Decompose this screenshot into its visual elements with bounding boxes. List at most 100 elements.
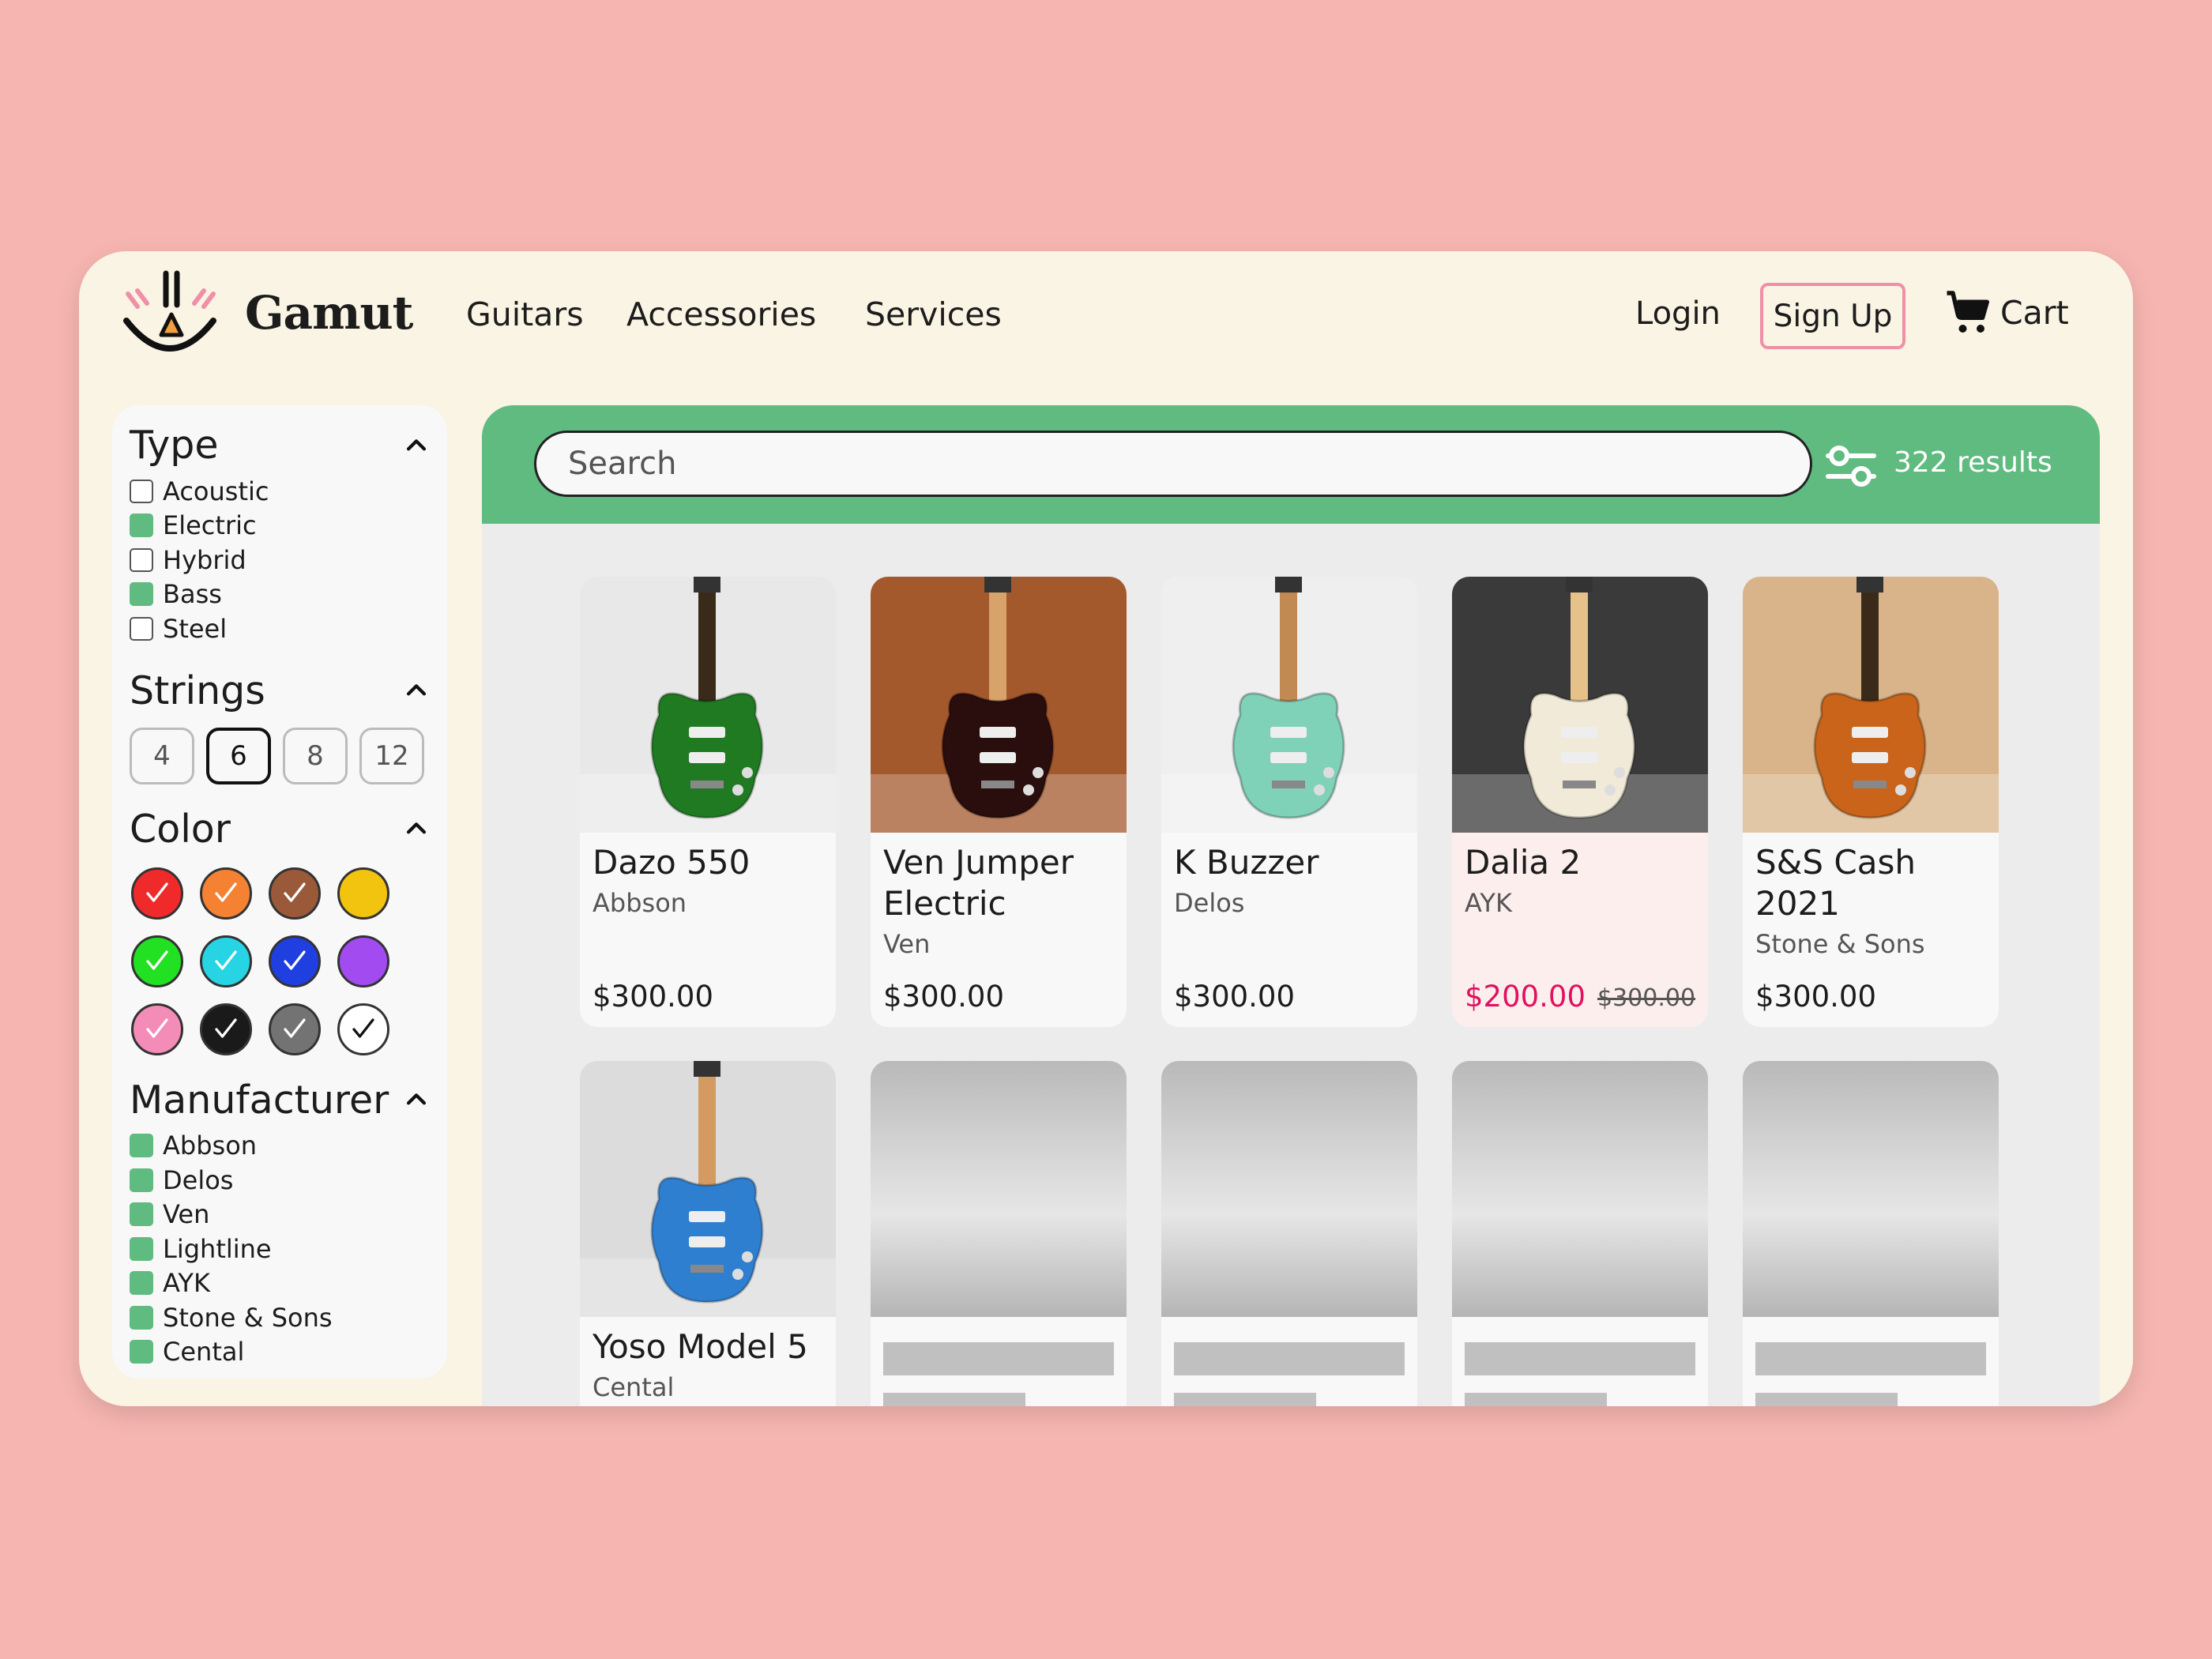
product-manufacturer: Cental (592, 1372, 675, 1402)
product-name[interactable]: S&S Cash 2021 Stone & Sons (1755, 842, 1989, 964)
checkmark-icon (146, 1018, 168, 1038)
type-filter-list: Acoustic Electric Hybrid Bass Steel (130, 474, 430, 646)
color-swatch-cyan[interactable] (200, 935, 252, 988)
chevron-up-icon[interactable] (403, 677, 430, 704)
checkbox[interactable] (130, 1305, 153, 1330)
chevron-up-icon[interactable] (403, 1086, 430, 1113)
checkbox-item[interactable]: Acoustic (130, 474, 430, 509)
checkbox-item[interactable]: AYK (130, 1266, 430, 1301)
checkbox-item[interactable]: Hybrid (130, 543, 430, 577)
color-swatch-purple[interactable] (337, 935, 389, 988)
app-window: Gamut Guitars Accessories Services Login… (79, 251, 2133, 1406)
strings-option-12[interactable]: 12 (359, 727, 424, 784)
color-swatch-blue[interactable] (269, 935, 321, 988)
checkbox[interactable] (130, 1134, 153, 1158)
checkbox[interactable] (130, 1340, 153, 1364)
color-swatch-red[interactable] (131, 867, 183, 920)
results-count: 322 results (1894, 446, 2052, 479)
checkbox[interactable] (130, 582, 153, 607)
guitar-image[interactable] (580, 577, 836, 833)
product-title: Dalia 2 (1465, 843, 1582, 882)
skeleton-text (1174, 1393, 1316, 1406)
color-swatch-green[interactable] (131, 935, 183, 988)
checkbox[interactable] (130, 1236, 153, 1261)
checkbox-item[interactable]: Bass (130, 577, 430, 612)
skeleton-card (1743, 1061, 1999, 1406)
product-card[interactable]: K Buzzer Delos $300.00 (1161, 577, 1417, 1027)
guitar-image[interactable] (1161, 577, 1417, 833)
manufacturer-filter-header[interactable]: Manufacturer (130, 1078, 430, 1123)
checkbox-item[interactable]: Steel (130, 611, 430, 646)
checkbox-item[interactable]: Abbson (130, 1129, 430, 1164)
color-swatch-pink[interactable] (131, 1003, 183, 1055)
checkbox[interactable] (130, 1202, 153, 1227)
type-filter-header[interactable]: Type (130, 423, 430, 468)
checkbox-item[interactable]: Delos (130, 1163, 430, 1198)
skeleton-image (1743, 1061, 1999, 1317)
product-name[interactable]: Dazo 550 Abbson (592, 842, 826, 923)
color-swatch-white[interactable] (337, 1003, 389, 1055)
product-manufacturer: Ven (883, 929, 931, 959)
product-card[interactable]: Ven Jumper Electric Ven $300.00 (871, 577, 1127, 1027)
strings-option-6[interactable]: 6 (206, 727, 271, 784)
checkbox-item[interactable]: Electric (130, 509, 430, 544)
login-link[interactable]: Login (1635, 295, 1721, 332)
gamut-logo-icon[interactable] (120, 265, 220, 367)
chevron-up-icon[interactable] (403, 815, 430, 842)
product-card[interactable]: Dalia 2 AYK $200.00 $300.00 (1452, 577, 1708, 1027)
checkbox-label: Cental (163, 1337, 245, 1367)
product-card[interactable]: S&S Cash 2021 Stone & Sons $300.00 (1743, 577, 1999, 1027)
checkbox[interactable] (130, 1271, 153, 1296)
search-input[interactable] (534, 431, 1812, 497)
product-price: $300.00 (1174, 980, 1296, 1014)
checkbox-label: Hybrid (163, 544, 246, 575)
strings-option-8[interactable]: 8 (283, 727, 348, 784)
checkbox-label: Stone & Sons (163, 1302, 333, 1333)
color-swatch-gray[interactable] (269, 1003, 321, 1055)
checkbox[interactable] (130, 479, 153, 503)
brand-name[interactable]: Gamut (245, 286, 413, 340)
color-swatch-brown[interactable] (269, 867, 321, 920)
skeleton-image (1161, 1061, 1417, 1317)
skeleton-image (871, 1061, 1127, 1317)
product-card[interactable]: Yoso Model 5 Cental (580, 1061, 836, 1406)
checkmark-icon (146, 882, 168, 902)
color-swatch-yellow[interactable] (337, 867, 389, 920)
product-name[interactable]: K Buzzer Delos (1174, 842, 1408, 923)
strings-option-4[interactable]: 4 (130, 727, 194, 784)
color-swatch-black[interactable] (200, 1003, 252, 1055)
guitar-image[interactable] (580, 1061, 836, 1317)
color-filter-header[interactable]: Color (130, 807, 430, 852)
color-swatch-orange[interactable] (200, 867, 252, 920)
guitar-image[interactable] (1452, 577, 1708, 833)
guitar-image[interactable] (871, 577, 1127, 833)
nav-services[interactable]: Services (865, 295, 1002, 333)
checkbox-item[interactable]: Stone & Sons (130, 1300, 430, 1335)
skeleton-text (883, 1342, 1114, 1375)
checkbox-item[interactable]: Cental (130, 1335, 430, 1370)
cart-button[interactable]: Cart (1945, 289, 2069, 337)
nav-accessories[interactable]: Accessories (626, 295, 816, 333)
product-price: $300.00 (592, 980, 714, 1014)
filter-settings-icon[interactable] (1825, 442, 1877, 491)
product-name[interactable]: Yoso Model 5 Cental (592, 1326, 826, 1406)
checkbox-item[interactable]: Ven (130, 1198, 430, 1232)
product-name[interactable]: Dalia 2 AYK (1465, 842, 1698, 923)
product-name[interactable]: Ven Jumper Electric Ven (883, 842, 1117, 964)
guitar-image[interactable] (1743, 577, 1999, 833)
strings-filter-header[interactable]: Strings (130, 668, 430, 713)
search-bar: 322 results (482, 405, 2100, 524)
skeleton-text (883, 1393, 1025, 1406)
nav-guitars[interactable]: Guitars (466, 295, 584, 333)
checkbox[interactable] (130, 1168, 153, 1192)
product-card[interactable]: Dazo 550 Abbson $300.00 (580, 577, 836, 1027)
type-filter-title: Type (130, 423, 219, 468)
checkmark-icon (146, 950, 168, 970)
checkbox-item[interactable]: Lightline (130, 1232, 430, 1266)
checkbox[interactable] (130, 547, 153, 572)
strings-filter-title: Strings (130, 668, 265, 713)
checkbox[interactable] (130, 616, 153, 641)
chevron-up-icon[interactable] (403, 432, 430, 459)
checkbox[interactable] (130, 514, 153, 538)
signup-button[interactable]: Sign Up (1760, 283, 1905, 349)
